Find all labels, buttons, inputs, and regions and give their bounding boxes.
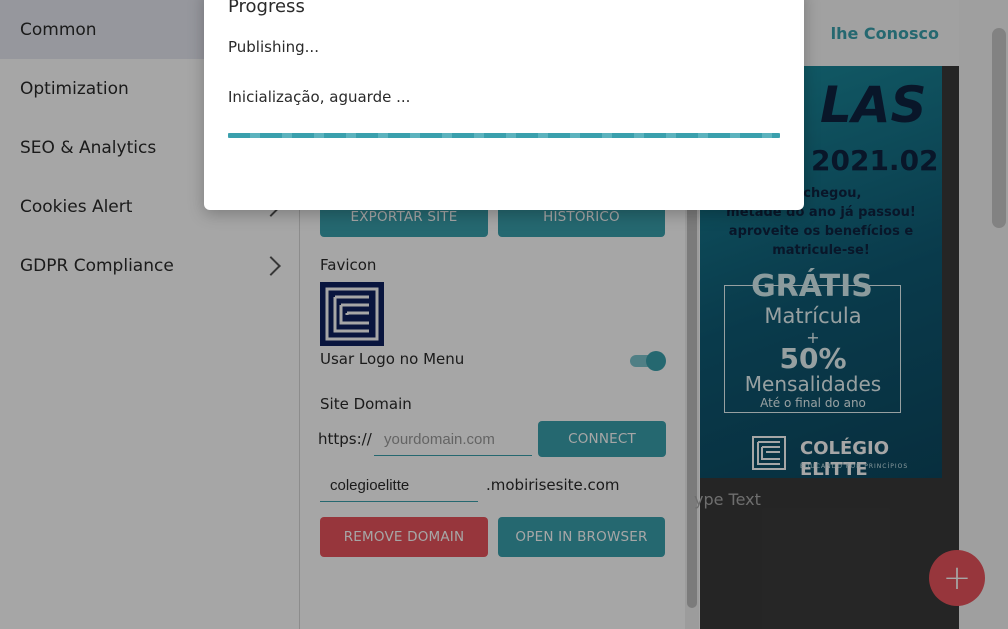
progress-bar xyxy=(228,133,780,138)
progress-bar-fill xyxy=(228,133,780,138)
dialog-title: Progress xyxy=(228,0,305,17)
dialog-message: Publishing... xyxy=(228,38,319,56)
dialog-status: Inicialização, aguarde ... xyxy=(228,88,411,106)
progress-dialog: Progress Publishing... Inicialização, ag… xyxy=(204,0,804,210)
